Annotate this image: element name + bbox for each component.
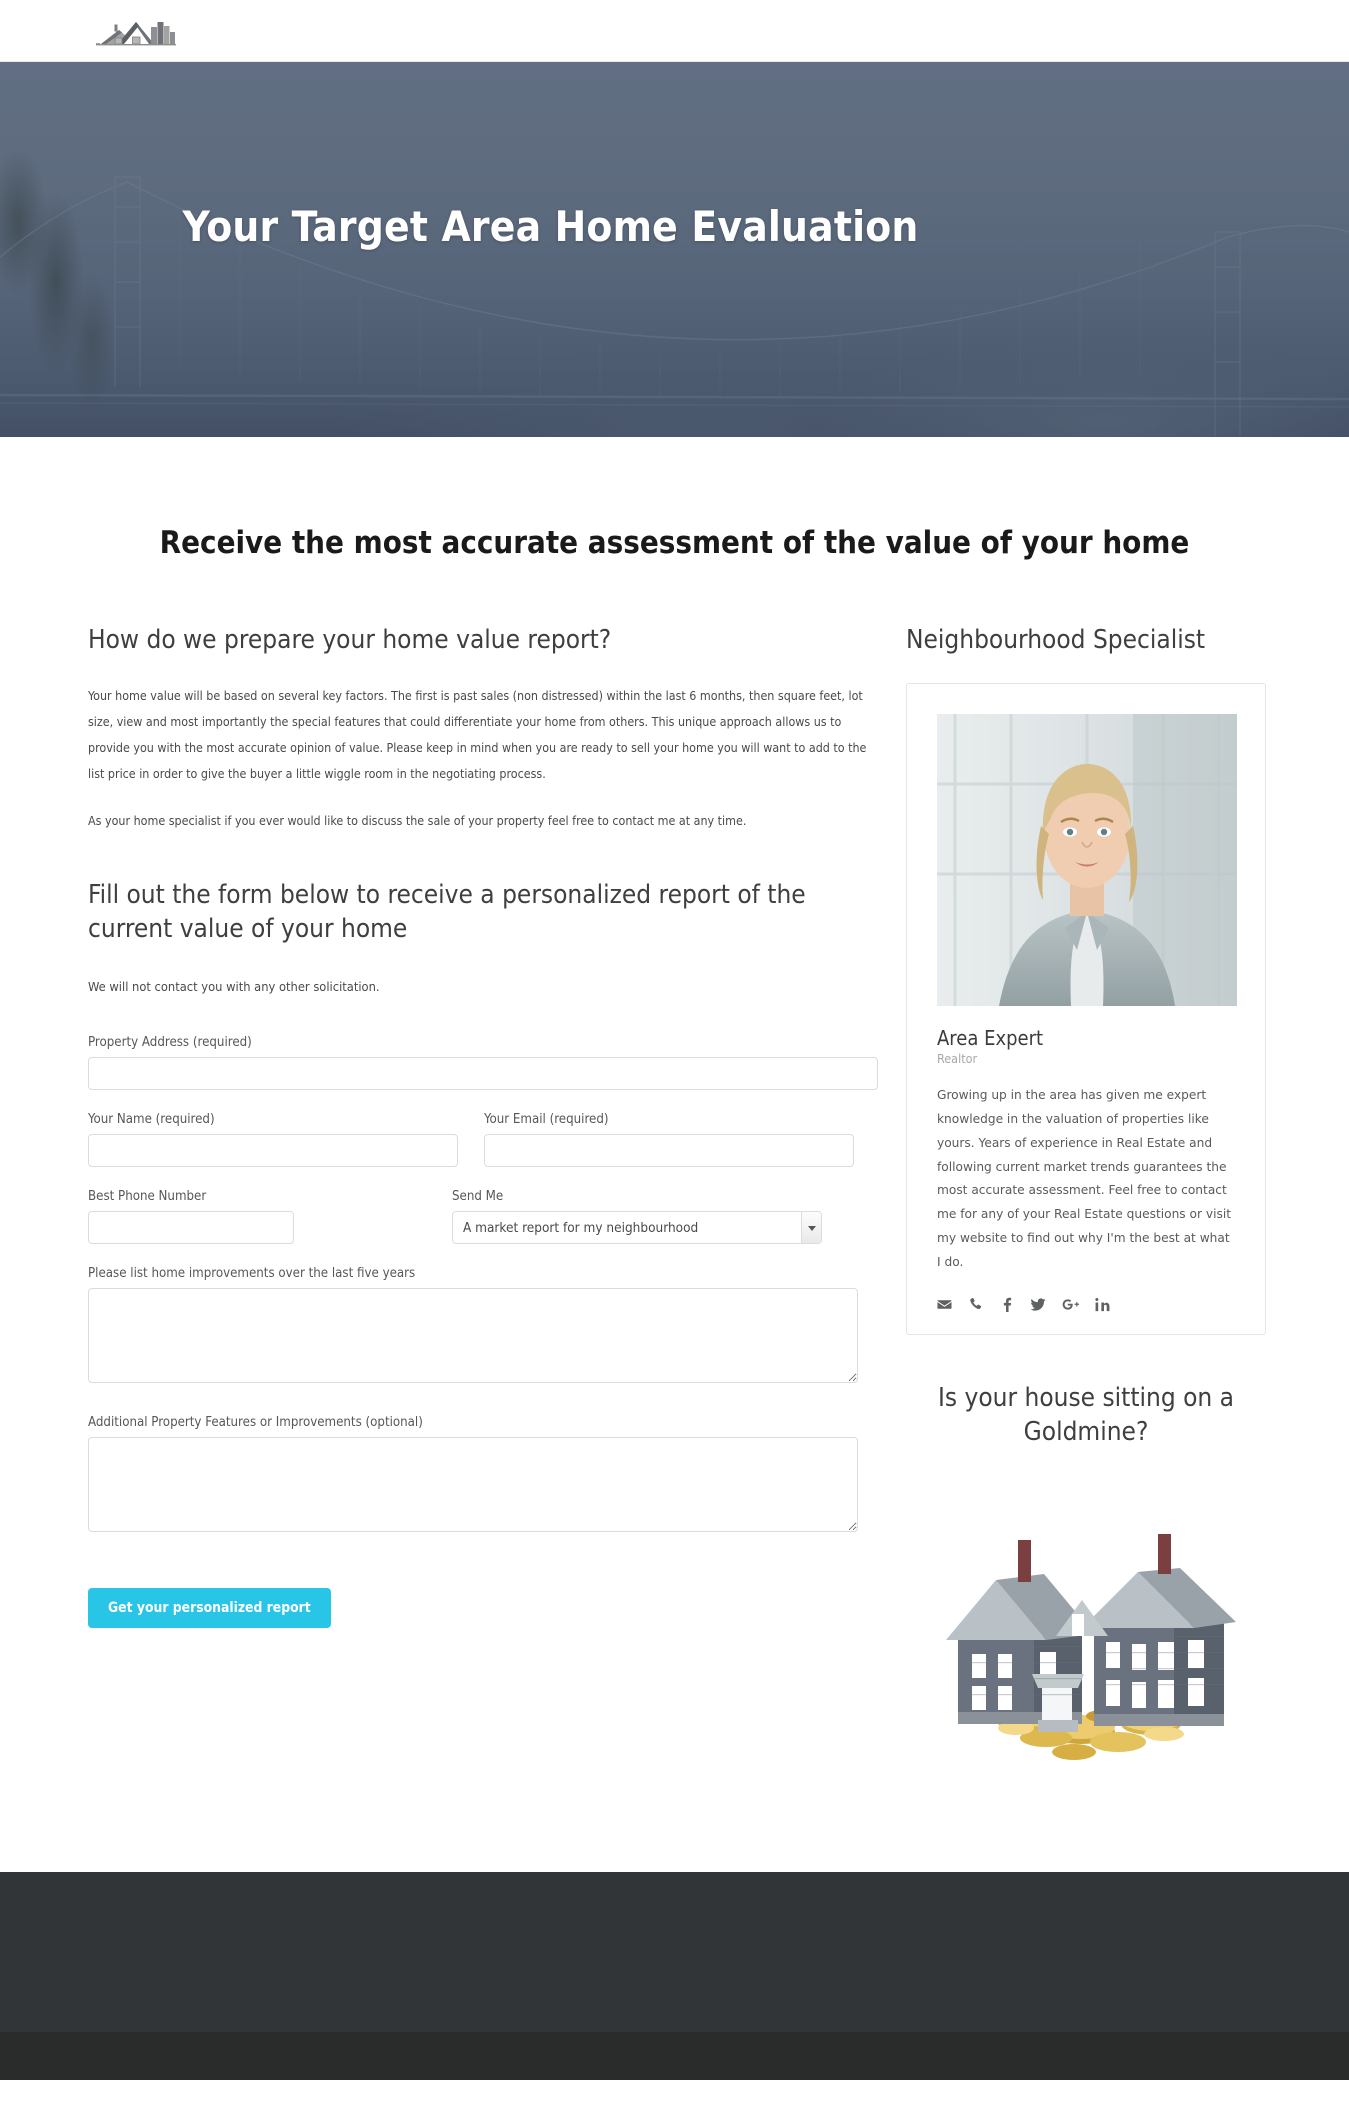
phone-input[interactable] <box>88 1211 294 1245</box>
intro-paragraph-2: As your home specialist if you ever woul… <box>88 812 747 828</box>
twitter-icon[interactable] <box>1030 1297 1046 1312</box>
page-bottom-strip <box>0 2080 1349 2105</box>
phone-field: Best Phone Number <box>88 1189 294 1245</box>
hero-banner: Your Target Area Home Evaluation <box>0 62 1349 437</box>
footer-bottom-band <box>0 2032 1349 2081</box>
site-header <box>0 0 1349 62</box>
your-name-field: Your Name (required) <box>88 1112 458 1168</box>
phone-icon[interactable] <box>968 1297 983 1312</box>
property-address-field: Property Address (required) <box>88 1035 878 1091</box>
features-label: Additional Property Features or Improvem… <box>88 1415 423 1431</box>
your-email-field: Your Email (required) <box>484 1112 854 1168</box>
house-on-coins-image <box>906 1476 1266 1777</box>
name-email-row: Your Name (required) Your Email (require… <box>88 1112 878 1168</box>
privacy-note: We will not contact you with any other s… <box>88 980 380 996</box>
send-me-label: Send Me <box>452 1189 504 1205</box>
house-skyline-logo[interactable] <box>96 13 186 49</box>
your-name-label: Your Name (required) <box>88 1112 215 1128</box>
neighbourhood-specialist-heading: Neighbourhood Specialist <box>906 625 1206 655</box>
agent-portrait <box>937 714 1237 1007</box>
features-field: Additional Property Features or Improvem… <box>88 1415 878 1533</box>
agent-role: Realtor <box>937 1051 978 1067</box>
how-we-prepare-heading: How do we prepare your home value report… <box>88 625 612 655</box>
linkedin-icon[interactable] <box>1095 1297 1110 1312</box>
form-heading: Fill out the form below to receive a per… <box>88 879 806 944</box>
site-footer <box>0 1872 1349 2081</box>
submit-button[interactable]: Get your personalized report <box>88 1588 331 1629</box>
right-column: Neighbourhood Specialist Area Expert Rea… <box>906 623 1266 1777</box>
property-address-input[interactable] <box>88 1057 878 1091</box>
property-address-label: Property Address (required) <box>88 1035 252 1051</box>
send-me-field: Send Me A market report for my neighbour… <box>452 1189 822 1245</box>
google-plus-icon[interactable] <box>1062 1297 1079 1312</box>
agent-portrait-image <box>937 714 1237 1007</box>
left-column: How do we prepare your home value report… <box>88 623 878 1629</box>
house-skyline-icon <box>96 21 176 45</box>
phone-label: Best Phone Number <box>88 1189 207 1205</box>
footer-top-band <box>0 1872 1349 2033</box>
main-content: Receive the most accurate assessment of … <box>0 437 1349 1873</box>
agent-social-links <box>937 1293 1235 1312</box>
agent-bio: Growing up in the area has given me expe… <box>937 1088 1231 1269</box>
hero-title: Your Target Area Home Evaluation <box>182 202 919 251</box>
agent-card: Area Expert Realtor Growing up in the ar… <box>906 683 1266 1335</box>
intro-paragraph-1: Your home value will be based on several… <box>88 688 867 782</box>
content-columns: How do we prepare your home value report… <box>0 561 1349 1777</box>
page-title: Receive the most accurate assessment of … <box>159 525 1190 561</box>
goldmine-heading: Is your house sitting on a Goldmine? <box>937 1382 1235 1448</box>
your-name-input[interactable] <box>88 1134 458 1168</box>
phone-sendme-row: Best Phone Number Send Me A market repor… <box>88 1189 878 1245</box>
home-evaluation-form: Property Address (required) Your Name (r… <box>88 1035 878 1629</box>
your-email-label: Your Email (required) <box>484 1112 609 1128</box>
house-on-coins-illustration <box>906 1476 1266 1777</box>
agent-name: Area Expert <box>937 1026 1044 1051</box>
facebook-icon[interactable] <box>999 1297 1014 1312</box>
send-me-select[interactable]: A market report for my neighbourhood <box>452 1211 822 1245</box>
your-email-input[interactable] <box>484 1134 854 1168</box>
features-textarea[interactable] <box>88 1437 858 1533</box>
email-icon[interactable] <box>937 1297 952 1312</box>
improvements-textarea[interactable] <box>88 1288 858 1384</box>
improvements-label: Please list home improvements over the l… <box>88 1266 416 1282</box>
improvements-field: Please list home improvements over the l… <box>88 1266 878 1384</box>
